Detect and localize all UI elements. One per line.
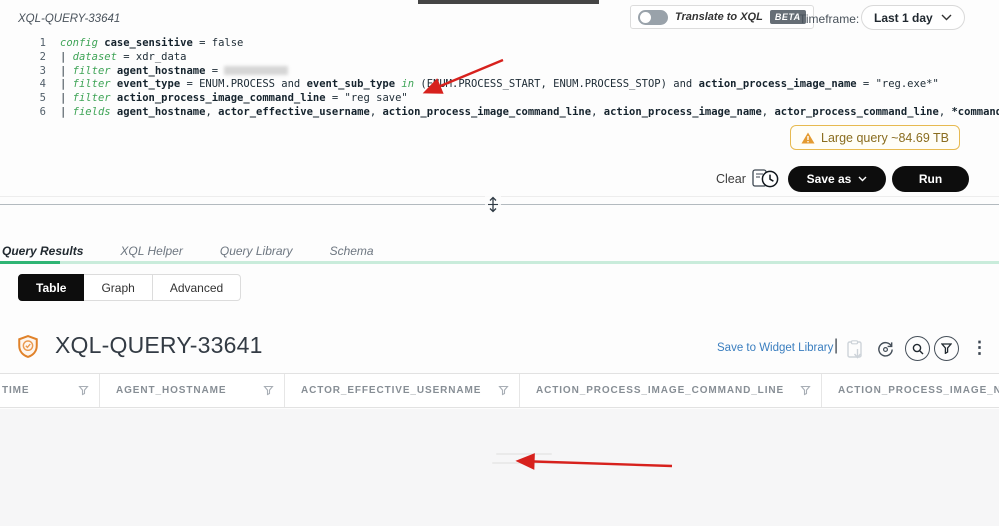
translate-label: Translate to XQL	[675, 11, 763, 23]
column-header-action_process_image_name[interactable]: ACTION_PROCESS_IMAGE_NAME	[822, 374, 999, 407]
code-line[interactable]: 3 | filter agent_hostname =	[30, 65, 968, 79]
column-label: TIME	[2, 385, 30, 396]
column-header-actor_effective_username[interactable]: ACTOR_EFFECTIVE_USERNAME	[285, 374, 520, 407]
code-line[interactable]: 2 | dataset = xdr_data	[30, 51, 968, 65]
decorative-streak	[496, 453, 552, 455]
tab-query-results[interactable]: Query Results	[2, 244, 83, 258]
code-text: config case_sensitive = false	[60, 37, 244, 49]
column-header-action_process_image_command_line[interactable]: ACTION_PROCESS_IMAGE_COMMAND_LINE	[520, 374, 822, 407]
export-results-icon	[846, 340, 865, 365]
column-filter-icon[interactable]	[800, 385, 811, 396]
more-options-icon[interactable]: ⋮	[971, 339, 988, 356]
column-label: ACTION_PROCESS_IMAGE_NAME	[838, 385, 999, 396]
resize-handle-icon[interactable]	[485, 196, 501, 213]
results-empty-state: No Results Found	[0, 409, 999, 526]
warning-triangle-icon	[801, 132, 815, 143]
column-filter-icon[interactable]	[498, 385, 509, 396]
timeframe-dropdown[interactable]: Last 1 day	[861, 5, 965, 30]
tab-schema[interactable]: Schema	[330, 244, 374, 258]
line-number: 5	[39, 92, 46, 105]
cutoff-window-strip	[418, 0, 599, 4]
chevron-down-icon	[858, 176, 867, 182]
results-title: XQL-QUERY-33641	[55, 332, 263, 358]
column-label: ACTION_PROCESS_IMAGE_COMMAND_LINE	[536, 385, 785, 396]
column-filter-icon[interactable]	[78, 385, 89, 396]
tab-xql-helper[interactable]: XQL Helper	[120, 244, 182, 258]
xql-query-page: XQL-QUERY-33641 Translate to XQL BETA Ti…	[0, 0, 999, 526]
save-to-widget-library-link[interactable]: Save to Widget Library	[717, 342, 833, 354]
line-number: 4	[39, 78, 46, 91]
results-tabs: Query Results XQL Helper Query Library Sche…	[2, 244, 411, 258]
redacted-hostname	[224, 66, 289, 76]
view-mode-table[interactable]: Table	[18, 274, 85, 301]
column-label: AGENT_HOSTNAME	[116, 385, 227, 396]
toggle-knob-icon	[640, 11, 651, 23]
filter-icon[interactable]	[934, 336, 959, 361]
column-filter-icon[interactable]	[263, 385, 274, 396]
query-name-label: XQL-QUERY-33641	[18, 13, 121, 25]
code-line[interactable]: 1 config case_sensitive = false	[30, 37, 968, 51]
view-mode-switch: Table Graph Advanced	[18, 274, 242, 301]
code-text: | filter action_process_image_command_li…	[60, 92, 408, 105]
timeframe-label: Timeframe:	[799, 12, 860, 26]
chevron-down-icon	[941, 14, 952, 21]
line-number: 6	[39, 105, 46, 118]
view-mode-graph[interactable]: Graph	[84, 274, 153, 301]
large-query-warning: Large query ~84.69 TB	[790, 125, 960, 150]
separator: |	[834, 337, 839, 354]
xql-code-editor[interactable]: 1 config case_sensitive = false 2 | dataset…	[30, 37, 999, 120]
code-line[interactable]: 4 | filter event_type = ENUM.PROCESS and …	[30, 78, 968, 92]
shield-icon	[18, 335, 38, 363]
save-as-label: Save as	[806, 172, 852, 186]
run-label: Run	[918, 172, 943, 186]
code-text: | fields agent_hostname, actor_effective…	[60, 105, 999, 118]
refresh-icon[interactable]	[876, 340, 895, 364]
tab-query-library[interactable]: Query Library	[220, 244, 293, 258]
translate-toggle[interactable]	[638, 9, 668, 25]
warning-text: Large query ~84.69 TB	[821, 130, 949, 145]
code-line[interactable]: 5 | filter action_process_image_command_l…	[30, 92, 968, 106]
tabs-underline	[0, 261, 999, 264]
code-text: | filter event_type = ENUM.PROCESS and e…	[60, 78, 939, 91]
results-table-header: TIME AGENT_HOSTNAME ACTOR_EFFECTIVE_USERNA…	[0, 373, 999, 408]
code-text: | filter agent_hostname =	[60, 65, 289, 79]
translate-to-xql-control: Translate to XQL BETA	[630, 5, 814, 29]
column-header-agent_hostname[interactable]: AGENT_HOSTNAME	[100, 374, 285, 407]
line-number: 2	[39, 50, 46, 63]
schedule-query-icon[interactable]	[751, 166, 781, 197]
decorative-streak	[492, 462, 574, 464]
timeframe-value: Last 1 day	[874, 10, 933, 25]
run-button[interactable]: Run	[892, 166, 969, 192]
save-as-button[interactable]: Save as	[788, 166, 886, 192]
line-number: 1	[39, 37, 46, 49]
search-icon[interactable]	[905, 336, 930, 361]
column-header-time[interactable]: TIME	[0, 374, 100, 407]
code-text: | dataset = xdr_data	[60, 50, 187, 63]
code-line[interactable]: 6 | fields agent_hostname, actor_effectiv…	[30, 105, 999, 120]
column-label: ACTOR_EFFECTIVE_USERNAME	[301, 385, 482, 396]
line-number: 3	[39, 64, 46, 77]
clear-button[interactable]: Clear	[716, 172, 746, 186]
view-mode-advanced[interactable]: Advanced	[152, 274, 242, 301]
active-tab-indicator	[0, 261, 60, 264]
